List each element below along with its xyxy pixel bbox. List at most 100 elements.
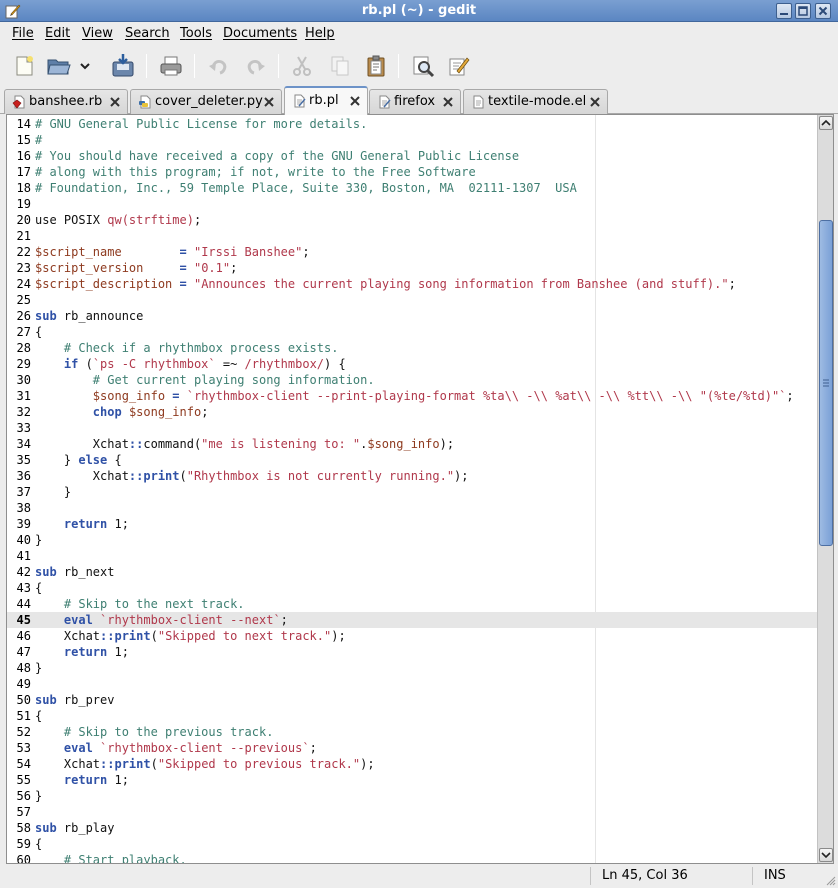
code-line[interactable]: 26 sub rb_announce (7, 308, 817, 324)
status-separator (590, 867, 591, 885)
code-line[interactable]: 50 sub rb_prev (7, 692, 817, 708)
code-line[interactable]: 32 chop $song_info; (7, 404, 817, 420)
scrollbar-thumb[interactable] (819, 220, 833, 546)
code-line[interactable]: 49 (7, 676, 817, 692)
code-line[interactable]: 30 # Get current playing song informatio… (7, 372, 817, 388)
cut-icon[interactable] (287, 51, 317, 81)
new-document-icon[interactable] (9, 51, 39, 81)
code-line[interactable]: 27 { (7, 324, 817, 340)
code-line[interactable]: 53 eval `rhythmbox-client --previous`; (7, 740, 817, 756)
code-line[interactable]: 31 $song_info = `rhythmbox-client --prin… (7, 388, 817, 404)
code-line[interactable]: 41 (7, 548, 817, 564)
code-line[interactable]: 56} (7, 788, 817, 804)
code-line[interactable]: 19 (7, 196, 817, 212)
code-line[interactable]: 25 (7, 292, 817, 308)
code-line[interactable]: 57 (7, 804, 817, 820)
tab-rb-pl[interactable]: rb.pl (284, 86, 368, 115)
code-line[interactable]: 23 $script_version = "0.1"; (7, 260, 817, 276)
undo-icon[interactable] (203, 51, 233, 81)
code-line[interactable]: 24 $script_description = "Announces the c… (7, 276, 817, 292)
open-folder-icon[interactable] (44, 51, 74, 81)
code-line[interactable]: 36 Xchat::print("Rhythmbox is not curren… (7, 468, 817, 484)
code-line[interactable]: 33 (7, 420, 817, 436)
line-number: 21 (16, 229, 31, 243)
menu-search[interactable]: Search (125, 26, 170, 41)
close-window-button[interactable] (815, 3, 831, 19)
close-tab-icon[interactable] (349, 95, 361, 107)
text-editor[interactable]: 14 # GNU General Public License for more … (7, 115, 817, 863)
menu-view[interactable]: View (82, 26, 113, 41)
current-code-line[interactable]: 45 eval `rhythmbox-client --next`; (7, 612, 817, 628)
title-bar[interactable]: rb.pl (~) - gedit (0, 0, 838, 22)
code-line[interactable]: 47 return 1; (7, 644, 817, 660)
code-text: Xchat::print("Skipped to previous track.… (35, 756, 375, 772)
menu-documents[interactable]: Documents (223, 26, 297, 41)
maximize-button[interactable] (795, 3, 811, 19)
close-tab-icon[interactable] (263, 96, 275, 108)
tab-banshee-rb[interactable]: banshee.rb (4, 89, 128, 114)
code-line[interactable]: 48} (7, 660, 817, 676)
code-line[interactable]: 29 if (`ps -C rhythmbox` =~ /rhythmbox/)… (7, 356, 817, 372)
line-number: 31 (16, 389, 31, 403)
code-line[interactable]: 15 # (7, 132, 817, 148)
code-line[interactable]: 16 # You should have received a copy of t… (7, 148, 817, 164)
code-line[interactable]: 60 # Start playback. (7, 852, 817, 863)
scroll-down-arrow-icon[interactable] (819, 848, 833, 862)
code-line[interactable]: 14 # GNU General Public License for more … (7, 116, 817, 132)
code-line[interactable]: 59 { (7, 836, 817, 852)
find-icon[interactable] (408, 51, 438, 81)
replace-icon[interactable] (444, 51, 474, 81)
line-number: 46 (16, 629, 31, 643)
code-line[interactable]: 28 # Check if a rhythmbox process exists… (7, 340, 817, 356)
print-icon[interactable] (156, 51, 186, 81)
code-text: return 1; (35, 772, 129, 788)
paste-icon[interactable] (361, 51, 391, 81)
menu-file[interactable]: File (12, 26, 34, 41)
scroll-up-arrow-icon[interactable] (819, 116, 833, 130)
code-line[interactable]: 35 } else { (7, 452, 817, 468)
code-line[interactable]: 51 { (7, 708, 817, 724)
close-tab-icon[interactable] (589, 96, 601, 108)
code-line[interactable]: 17 # along with this program; if not, wri… (7, 164, 817, 180)
code-line[interactable]: 44 # Skip to the next track. (7, 596, 817, 612)
menu-edit[interactable]: Edit (45, 26, 70, 41)
code-text: # Foundation, Inc., 59 Temple Place, Sui… (35, 180, 577, 196)
code-line[interactable]: 20 use POSIX qw(strftime); (7, 212, 817, 228)
code-line[interactable]: 42 sub rb_next (7, 564, 817, 580)
code-text: Xchat::print("Rhythmbox is not currently… (35, 468, 469, 484)
code-text: { (35, 580, 42, 596)
menu-help[interactable]: Help (305, 26, 335, 41)
code-line[interactable]: 34 Xchat::command("me is listening to: "… (7, 436, 817, 452)
copy-icon[interactable] (325, 51, 355, 81)
save-icon[interactable] (108, 51, 138, 81)
code-line[interactable]: 58 sub rb_play (7, 820, 817, 836)
recent-dropdown-icon[interactable] (76, 51, 94, 81)
vertical-scrollbar[interactable] (817, 115, 833, 863)
menu-tools[interactable]: Tools (180, 26, 212, 41)
line-number: 19 (16, 197, 31, 211)
close-tab-icon[interactable] (442, 96, 454, 108)
code-line[interactable]: 55 return 1; (7, 772, 817, 788)
code-line[interactable]: 21 (7, 228, 817, 244)
line-number: 60 (16, 853, 31, 863)
code-line[interactable]: 18 # Foundation, Inc., 59 Temple Place, S… (7, 180, 817, 196)
code-line[interactable]: 52 # Skip to the previous track. (7, 724, 817, 740)
minimize-button[interactable] (776, 3, 792, 19)
code-line[interactable]: 38 (7, 500, 817, 516)
redo-icon[interactable] (241, 51, 271, 81)
code-line[interactable]: 39 return 1; (7, 516, 817, 532)
tab-textile-mode-el[interactable]: textile-mode.el (463, 89, 608, 114)
code-line[interactable]: 37 } (7, 484, 817, 500)
tab-cover-deleter-py[interactable]: cover_deleter.py (130, 89, 282, 114)
code-line[interactable]: 46 Xchat::print("Skipped to next track."… (7, 628, 817, 644)
code-line[interactable]: 22 $script_name = "Irssi Banshee"; (7, 244, 817, 260)
code-token: Xchat (35, 437, 129, 451)
tab-firefox[interactable]: firefox (369, 89, 461, 114)
code-line[interactable]: 54 Xchat::print("Skipped to previous tra… (7, 756, 817, 772)
resize-grip-icon[interactable] (824, 874, 836, 886)
code-line[interactable]: 43 { (7, 580, 817, 596)
code-text: chop $song_info; (35, 404, 209, 420)
code-line[interactable]: 40} (7, 532, 817, 548)
close-tab-icon[interactable] (109, 96, 121, 108)
